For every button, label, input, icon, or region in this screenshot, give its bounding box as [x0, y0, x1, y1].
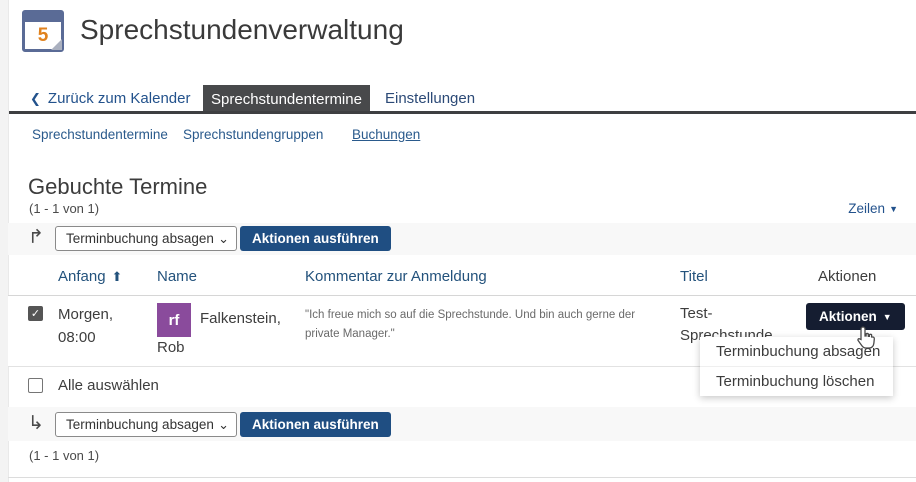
anfang-line1: Morgen,: [58, 303, 113, 326]
column-header-titel[interactable]: Titel: [680, 268, 708, 285]
titel-line1: Test-: [680, 303, 773, 325]
subnav-buchungen[interactable]: Buchungen: [352, 127, 420, 142]
result-range-top: (1 - 1 von 1): [29, 201, 99, 216]
column-header-anfang-label: Anfang: [58, 268, 106, 285]
section-heading: Gebuchte Termine: [28, 174, 207, 200]
bulk-action-toolbar-bottom: ↳ Terminbuchung absagen ⌄ Aktionen ausfü…: [8, 407, 916, 441]
bulk-action-select-top[interactable]: Terminbuchung absagen ⌄: [55, 226, 237, 251]
caret-down-icon: ▼: [883, 312, 892, 322]
tab-underline: [9, 111, 916, 114]
menu-item-terminbuchung-loeschen[interactable]: Terminbuchung löschen: [700, 367, 893, 396]
tab-back-label: Zurück zum Kalender: [48, 90, 191, 107]
rows-toggle-label: Zeilen: [848, 201, 885, 216]
sort-ascending-icon: ⬆: [112, 269, 123, 284]
result-range-bottom: (1 - 1 von 1): [29, 448, 99, 463]
tab-einstellungen[interactable]: Einstellungen: [385, 86, 475, 112]
select-chevron-icon: ⌄: [218, 227, 229, 250]
cell-anfang: Morgen, 08:00: [58, 303, 113, 349]
calendar-icon: 5: [22, 10, 64, 52]
subnav-sprechstundengruppen[interactable]: Sprechstundengruppen: [183, 127, 323, 142]
select-chevron-icon: ⌄: [218, 413, 229, 436]
rows-dropdown-toggle[interactable]: Zeilen ▼: [848, 201, 898, 216]
avatar: rf: [157, 303, 191, 337]
execute-actions-button-bottom[interactable]: Aktionen ausführen: [240, 412, 391, 437]
row-aktionen-button-label: Aktionen: [819, 309, 877, 324]
tab-sprechstundentermine[interactable]: Sprechstundentermine: [203, 85, 370, 114]
select-all-label: Alle auswählen: [58, 377, 159, 394]
bulk-action-select-bottom[interactable]: Terminbuchung absagen ⌄: [55, 412, 237, 437]
back-chevron-icon: ❮: [30, 91, 41, 106]
row-checkbox[interactable]: ✓: [28, 306, 43, 321]
table-header-row: Anfang ⬆ Name Kommentar zur Anmeldung Tit…: [8, 258, 916, 296]
column-header-name[interactable]: Name: [157, 268, 197, 285]
tab-back-to-calendar[interactable]: ❮ Zurück zum Kalender: [30, 86, 190, 112]
column-header-aktionen: Aktionen: [818, 268, 876, 285]
check-icon: ✓: [31, 308, 40, 320]
calendar-icon-fold: [51, 39, 62, 50]
name-line1: Falkenstein,: [200, 310, 281, 327]
chevron-down-icon: ▼: [889, 204, 898, 214]
column-header-kommentar[interactable]: Kommentar zur Anmeldung: [305, 268, 487, 285]
hand-cursor-icon: [855, 325, 877, 356]
execute-actions-button-top[interactable]: Aktionen ausführen: [240, 226, 391, 251]
anfang-line2: 08:00: [58, 326, 113, 349]
page-title: Sprechstundenverwaltung: [80, 14, 404, 46]
name-line2: Rob: [157, 339, 185, 356]
apply-to-selection-top-icon: ↱: [28, 226, 44, 249]
bulk-action-select-top-value: Terminbuchung absagen: [66, 231, 214, 246]
bulk-action-toolbar-top: ↱ Terminbuchung absagen ⌄ Aktionen ausfü…: [8, 223, 916, 255]
apply-to-selection-bottom-icon: ↳: [28, 412, 44, 435]
subnav-sprechstundentermine[interactable]: Sprechstundentermine: [32, 127, 168, 142]
column-header-anfang[interactable]: Anfang ⬆: [58, 268, 122, 285]
bottom-divider: [8, 477, 916, 478]
sprechstunden-page: 5 Sprechstundenverwaltung ❮ Zurück zum Ka…: [0, 0, 916, 482]
calendar-icon-topbar: [25, 13, 61, 22]
select-all-checkbox[interactable]: [28, 378, 43, 393]
bulk-action-select-bottom-value: Terminbuchung absagen: [66, 417, 214, 432]
cell-kommentar: "Ich freue mich so auf die Sprechstunde.…: [305, 306, 667, 344]
